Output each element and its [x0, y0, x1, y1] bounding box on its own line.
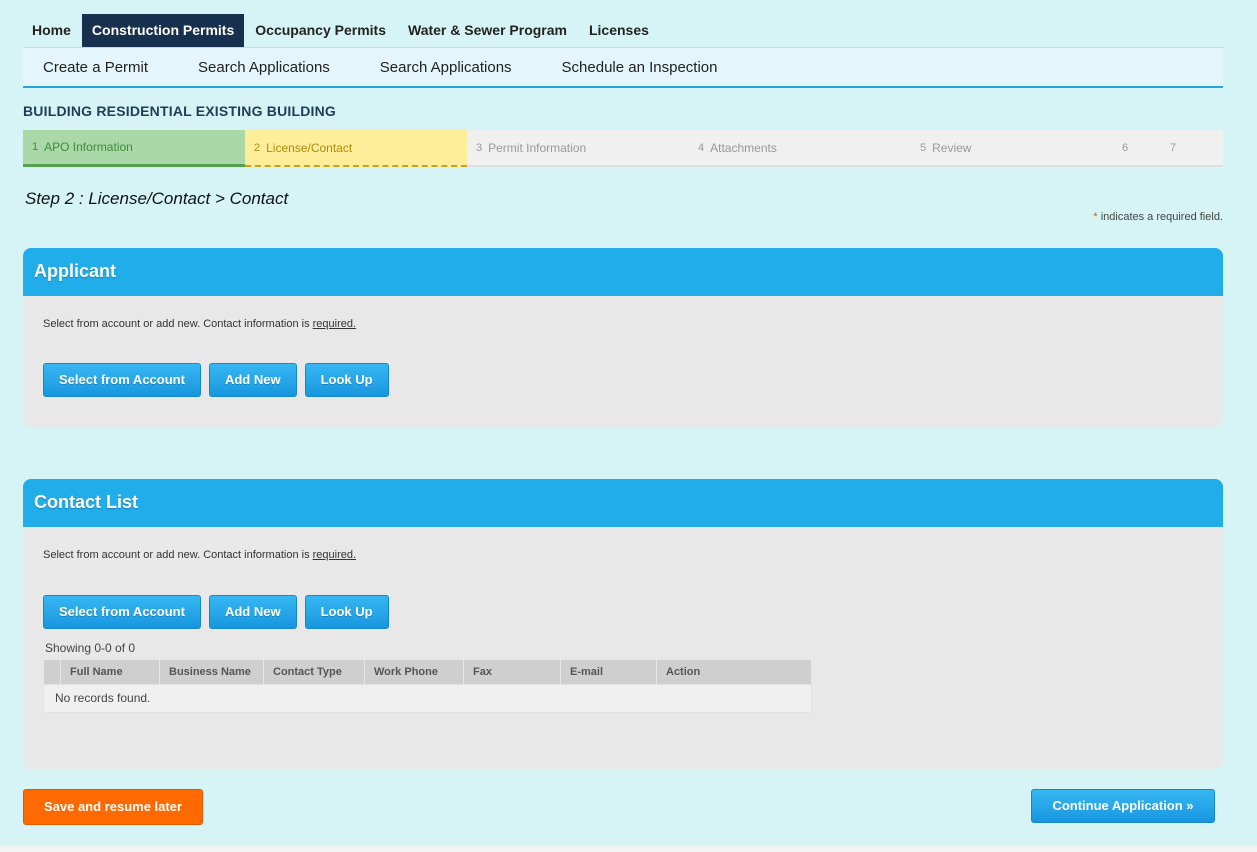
step-number: 1 [32, 141, 39, 153]
step-attachments: 4 Attachments [689, 130, 911, 165]
step-number: 3 [476, 141, 483, 154]
required-link: required. [312, 318, 357, 330]
step-number: 6 [1122, 141, 1129, 154]
applicant-description-text: Select from account or add new. Contact … [43, 318, 313, 330]
empty-table-message: No records found. [43, 683, 812, 713]
pagination-summary: Showing 0-0 of 0 [45, 641, 136, 655]
footer-strip [0, 846, 1257, 852]
step-review: 5 Review [911, 130, 1122, 165]
nav-tab-occupancy-permits[interactable]: Occupancy Permits [244, 14, 397, 47]
step-permit-information: 3 Permit Information [467, 130, 689, 165]
required-note-text: indicates a required field. [1097, 211, 1223, 223]
contact-select-from-account-button[interactable]: Select from Account [43, 595, 201, 629]
applicant-add-new-button[interactable]: Add New [208, 363, 297, 397]
table-row: No records found. [43, 683, 812, 713]
contact-list-button-row: Select from Account Add New Look Up [43, 595, 397, 629]
applicant-panel-title: Applicant [23, 248, 1223, 296]
step-6: 6 [1122, 130, 1170, 165]
subnav-search-applications[interactable]: Search Applications [198, 59, 330, 76]
subnav-create-permit[interactable]: Create a Permit [43, 59, 148, 76]
step-number: 4 [698, 141, 705, 154]
column-header-contact-type[interactable]: Contact Type [263, 660, 365, 684]
step-apo-information[interactable]: 1 APO Information [23, 130, 245, 167]
subnav-schedule-inspection[interactable]: Schedule an Inspection [562, 59, 718, 76]
nav-tab-construction-permits[interactable]: Construction Permits [81, 14, 245, 53]
step-label: Permit Information [488, 140, 587, 155]
contact-list-panel-title: Contact List [23, 479, 1223, 527]
step-number: 2 [254, 141, 261, 154]
continue-application-button[interactable]: Continue Application » [1031, 789, 1215, 823]
applicant-look-up-button[interactable]: Look Up [304, 363, 389, 397]
required-field-note: * indicates a required field. [1093, 211, 1223, 223]
step-label: Attachments [710, 140, 777, 155]
column-header-business-name[interactable]: Business Name [159, 660, 264, 684]
column-header-action: Action [656, 660, 812, 684]
contact-list-description: Select from account or add new. Contact … [43, 549, 356, 561]
select-column-header [43, 660, 61, 684]
required-link: required. [312, 549, 357, 561]
column-header-full-name[interactable]: Full Name [60, 660, 160, 684]
column-header-email[interactable]: E-mail [560, 660, 657, 684]
step-label: APO Information [44, 140, 133, 154]
contact-look-up-button[interactable]: Look Up [304, 595, 389, 629]
step-license-contact[interactable]: 2 License/Contact [245, 130, 467, 167]
top-nav: Home Construction Permits Occupancy Perm… [23, 14, 660, 53]
applicant-description: Select from account or add new. Contact … [43, 318, 356, 330]
contact-table: Full Name Business Name Contact Type Wor… [43, 660, 812, 713]
step-number: 5 [920, 141, 927, 154]
step-number: 7 [1170, 141, 1177, 154]
nav-tab-home[interactable]: Home [23, 14, 82, 47]
step-label: License/Contact [266, 140, 353, 155]
contact-list-panel: Contact List Select from account or add … [23, 479, 1223, 769]
nav-tab-water-sewer-program[interactable]: Water & Sewer Program [397, 14, 578, 47]
save-and-resume-later-button[interactable]: Save and resume later [23, 789, 203, 825]
step-heading: Step 2 : License/Contact > Contact [25, 189, 289, 208]
page-title: BUILDING RESIDENTIAL EXISTING BUILDING [23, 103, 337, 119]
column-header-fax[interactable]: Fax [463, 660, 561, 684]
step-label: Review [932, 140, 972, 155]
step-7: 7 [1170, 130, 1218, 165]
nav-tab-licenses[interactable]: Licenses [578, 14, 660, 47]
applicant-select-from-account-button[interactable]: Select from Account [43, 363, 201, 397]
applicant-button-row: Select from Account Add New Look Up [43, 363, 397, 397]
subnav-search-applications-2[interactable]: Search Applications [380, 59, 512, 76]
table-header-row: Full Name Business Name Contact Type Wor… [43, 660, 812, 684]
contact-add-new-button[interactable]: Add New [208, 595, 297, 629]
progress-stepper: 1 APO Information 2 License/Contact 3 Pe… [23, 130, 1223, 167]
contact-list-description-text: Select from account or add new. Contact … [43, 549, 313, 561]
applicant-panel: Applicant Select from account or add new… [23, 248, 1223, 427]
sub-nav: Create a Permit Search Applications Sear… [23, 47, 1223, 88]
column-header-work-phone[interactable]: Work Phone [364, 660, 464, 684]
